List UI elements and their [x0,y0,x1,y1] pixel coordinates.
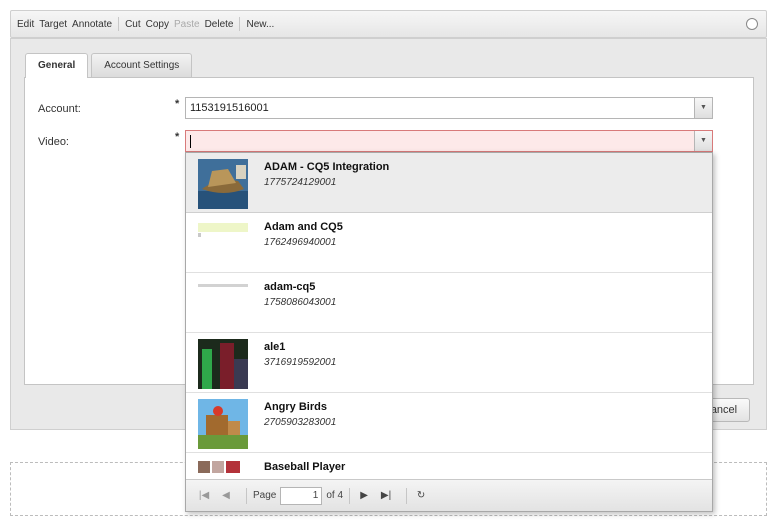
list-item[interactable]: adam-cq5 1758086043001 [186,273,712,333]
account-label: Account: [38,103,81,115]
paging-toolbar: |◀ ◀ Page 1 of 4 ▶ ▶| ↻ [186,479,712,511]
chevron-down-icon[interactable]: ▼ [694,98,712,118]
video-thumbnail [198,399,248,449]
video-thumbnail [198,159,248,209]
video-combobox[interactable]: ▼ [185,130,713,152]
tab-account-settings[interactable]: Account Settings [91,53,193,77]
edit-toolbar: Edit Target Annotate Cut Copy Paste Dele… [10,10,767,38]
copy-button[interactable]: Copy [146,19,169,30]
list-item[interactable]: Angry Birds 2705903283001 [186,393,712,453]
tab-bar: General Account Settings [25,53,195,78]
toolbar-separator [118,17,120,31]
account-value: 1153191516001 [190,102,269,114]
chevron-down-icon[interactable]: ▼ [694,131,712,151]
first-page-icon[interactable]: |◀ [196,490,212,501]
video-name: Baseball Player [264,461,346,473]
video-name: Angry Birds [264,401,327,413]
page-count: of 4 [326,490,344,501]
last-page-icon[interactable]: ▶| [378,490,394,501]
video-thumbnail [198,339,248,389]
prev-page-icon[interactable]: ◀ [218,490,234,501]
refresh-icon[interactable]: ↻ [413,490,429,501]
video-id: 1758086043001 [264,297,337,308]
pager-separator [349,487,351,504]
annotate-button[interactable]: Annotate [72,19,112,30]
paste-button[interactable]: Paste [174,19,200,30]
video-list: ADAM - CQ5 Integration 1775724129001 Ada… [186,153,712,479]
page-label: Page [253,490,277,501]
circle-icon[interactable] [746,18,758,30]
video-name: adam-cq5 [264,281,316,293]
text-cursor [190,134,191,148]
video-name: ale1 [264,341,286,353]
list-item[interactable]: Baseball Player [186,453,712,479]
delete-button[interactable]: Delete [205,19,234,30]
toolbar-separator [239,17,241,31]
video-id: 3716919592001 [264,357,337,368]
video-thumbnail [198,459,248,479]
video-thumbnail [198,219,248,269]
video-id: 1775724129001 [264,177,337,188]
pager-separator [406,487,408,504]
target-button[interactable]: Target [39,19,67,30]
pager-separator [246,487,247,504]
video-id: 1762496940001 [264,237,337,248]
cut-button[interactable]: Cut [125,19,141,30]
list-item[interactable]: Adam and CQ5 1762496940001 [186,213,712,273]
video-dropdown-list: ADAM - CQ5 Integration 1775724129001 Ada… [185,152,713,512]
next-page-icon[interactable]: ▶ [356,490,372,501]
page-number-input[interactable]: 1 [280,486,323,505]
video-name: Adam and CQ5 [264,221,343,233]
list-item[interactable]: ale1 3716919592001 [186,333,712,393]
video-thumbnail [198,279,248,329]
required-marker: * [175,131,180,143]
video-id: 2705903283001 [264,417,337,428]
video-name: ADAM - CQ5 Integration [264,161,390,173]
tab-general[interactable]: General [25,53,89,78]
required-marker: * [175,98,180,110]
account-combobox[interactable]: 1153191516001 ▼ [185,97,713,119]
video-label: Video: [38,136,69,148]
list-item[interactable]: ADAM - CQ5 Integration 1775724129001 [186,153,712,213]
edit-button[interactable]: Edit [17,19,34,30]
new-button[interactable]: New... [246,19,274,30]
